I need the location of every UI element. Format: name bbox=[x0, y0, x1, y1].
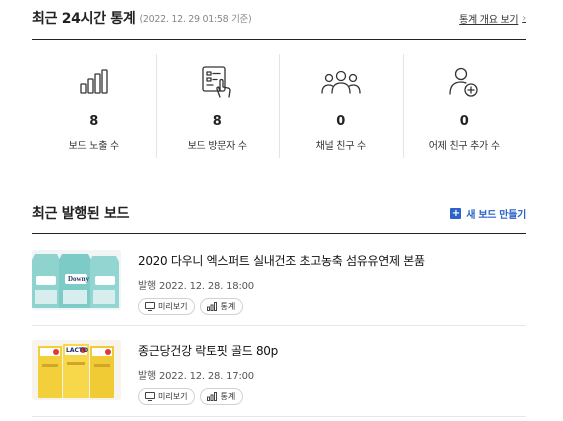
stats-date: (2022. 12. 29 01:58 기준) bbox=[139, 14, 252, 25]
board-info: 종근당건강 락토핏 골드 80p 발행 2022. 12. 28. 17:00 … bbox=[138, 340, 278, 410]
board-actions: 미리보기 통계 bbox=[138, 388, 278, 405]
board-date: 발행 2022. 12. 28. 17:00 bbox=[138, 371, 254, 382]
thumb-brand-text: Downy bbox=[68, 275, 90, 283]
stat-label: 채널 친구 수 bbox=[315, 141, 367, 152]
board-item: LACTO 종근당건강 락토핏 골드 80p 발행 2022. 12. 28. … bbox=[32, 340, 526, 410]
board-item: Downy 2020 다우니 엑스퍼트 실내건조 초고농축 섬유유연제 본품 발… bbox=[32, 250, 526, 320]
stat-value: 0 bbox=[459, 114, 469, 129]
touch-document-icon bbox=[197, 62, 237, 102]
monitor-icon bbox=[145, 392, 155, 401]
preview-button[interactable]: 미리보기 bbox=[138, 388, 196, 405]
stats-label: 통계 bbox=[220, 302, 236, 311]
stat-label: 어제 친구 추가 수 bbox=[428, 141, 500, 152]
stat-channel-friends: 0 채널 친구 수 bbox=[279, 52, 403, 160]
stats-overview-link[interactable]: 통계 개요 보기 › bbox=[459, 11, 526, 26]
board-thumbnail[interactable]: Downy bbox=[32, 250, 121, 310]
board-info: 2020 다우니 엑스퍼트 실내건조 초고농축 섬유유연제 본품 발행 2022… bbox=[138, 250, 425, 320]
stats-button[interactable]: 통계 bbox=[200, 388, 244, 405]
boards-header: 최근 발행된 보드 + 새 보드 만들기 bbox=[32, 202, 526, 224]
stat-board-visitors: 8 보드 방문자 수 bbox=[155, 52, 280, 160]
stat-value: 0 bbox=[336, 114, 346, 129]
thumb-brand-text: LACTO bbox=[66, 347, 89, 354]
board-title[interactable]: 종근당건강 락토핏 골드 80p bbox=[138, 342, 278, 359]
divider bbox=[32, 39, 526, 40]
stats-title: 최근 24시간 통계 bbox=[32, 11, 136, 27]
board-thumbnail[interactable]: LACTO bbox=[32, 340, 121, 400]
board-date: 발행 2022. 12. 28. 18:00 bbox=[138, 281, 254, 292]
plus-icon: + bbox=[450, 207, 462, 219]
stats-label: 통계 bbox=[220, 392, 236, 401]
stats-grid: 8 보드 노출 수 8 보드 방문자 수 0 채널 친구 수 0 어제 친구 추… bbox=[32, 52, 526, 160]
divider bbox=[32, 233, 526, 234]
boards-title: 최근 발행된 보드 bbox=[32, 206, 130, 222]
preview-label: 미리보기 bbox=[158, 392, 188, 401]
stat-new-friends: 0 어제 친구 추가 수 bbox=[402, 52, 527, 160]
stats-header: 최근 24시간 통계 (2022. 12. 29 01:58 기준) 통계 개요… bbox=[32, 6, 526, 30]
stats-icon bbox=[207, 302, 218, 311]
board-actions: 미리보기 통계 bbox=[138, 298, 425, 315]
stat-value: 8 bbox=[212, 114, 222, 129]
stats-button[interactable]: 통계 bbox=[200, 298, 244, 315]
preview-label: 미리보기 bbox=[158, 302, 188, 311]
stat-board-impressions: 8 보드 노출 수 bbox=[32, 52, 156, 160]
divider bbox=[32, 416, 526, 417]
board-title[interactable]: 2020 다우니 엑스퍼트 실내건조 초고농축 섬유유연제 본품 bbox=[138, 252, 425, 269]
add-friend-icon bbox=[444, 62, 484, 102]
new-board-button[interactable]: + 새 보드 만들기 bbox=[450, 206, 526, 221]
new-board-label: 새 보드 만들기 bbox=[466, 209, 526, 221]
people-group-icon bbox=[321, 62, 361, 102]
stat-label: 보드 노출 수 bbox=[68, 141, 120, 152]
stat-label: 보드 방문자 수 bbox=[187, 141, 247, 152]
chevron-right-icon: › bbox=[522, 12, 526, 24]
stats-overview-label: 통계 개요 보기 bbox=[459, 14, 519, 26]
preview-button[interactable]: 미리보기 bbox=[138, 298, 196, 315]
bar-chart-icon bbox=[74, 62, 114, 102]
stats-icon bbox=[207, 392, 218, 401]
stat-value: 8 bbox=[89, 114, 99, 129]
divider bbox=[32, 325, 526, 326]
monitor-icon bbox=[145, 302, 155, 311]
